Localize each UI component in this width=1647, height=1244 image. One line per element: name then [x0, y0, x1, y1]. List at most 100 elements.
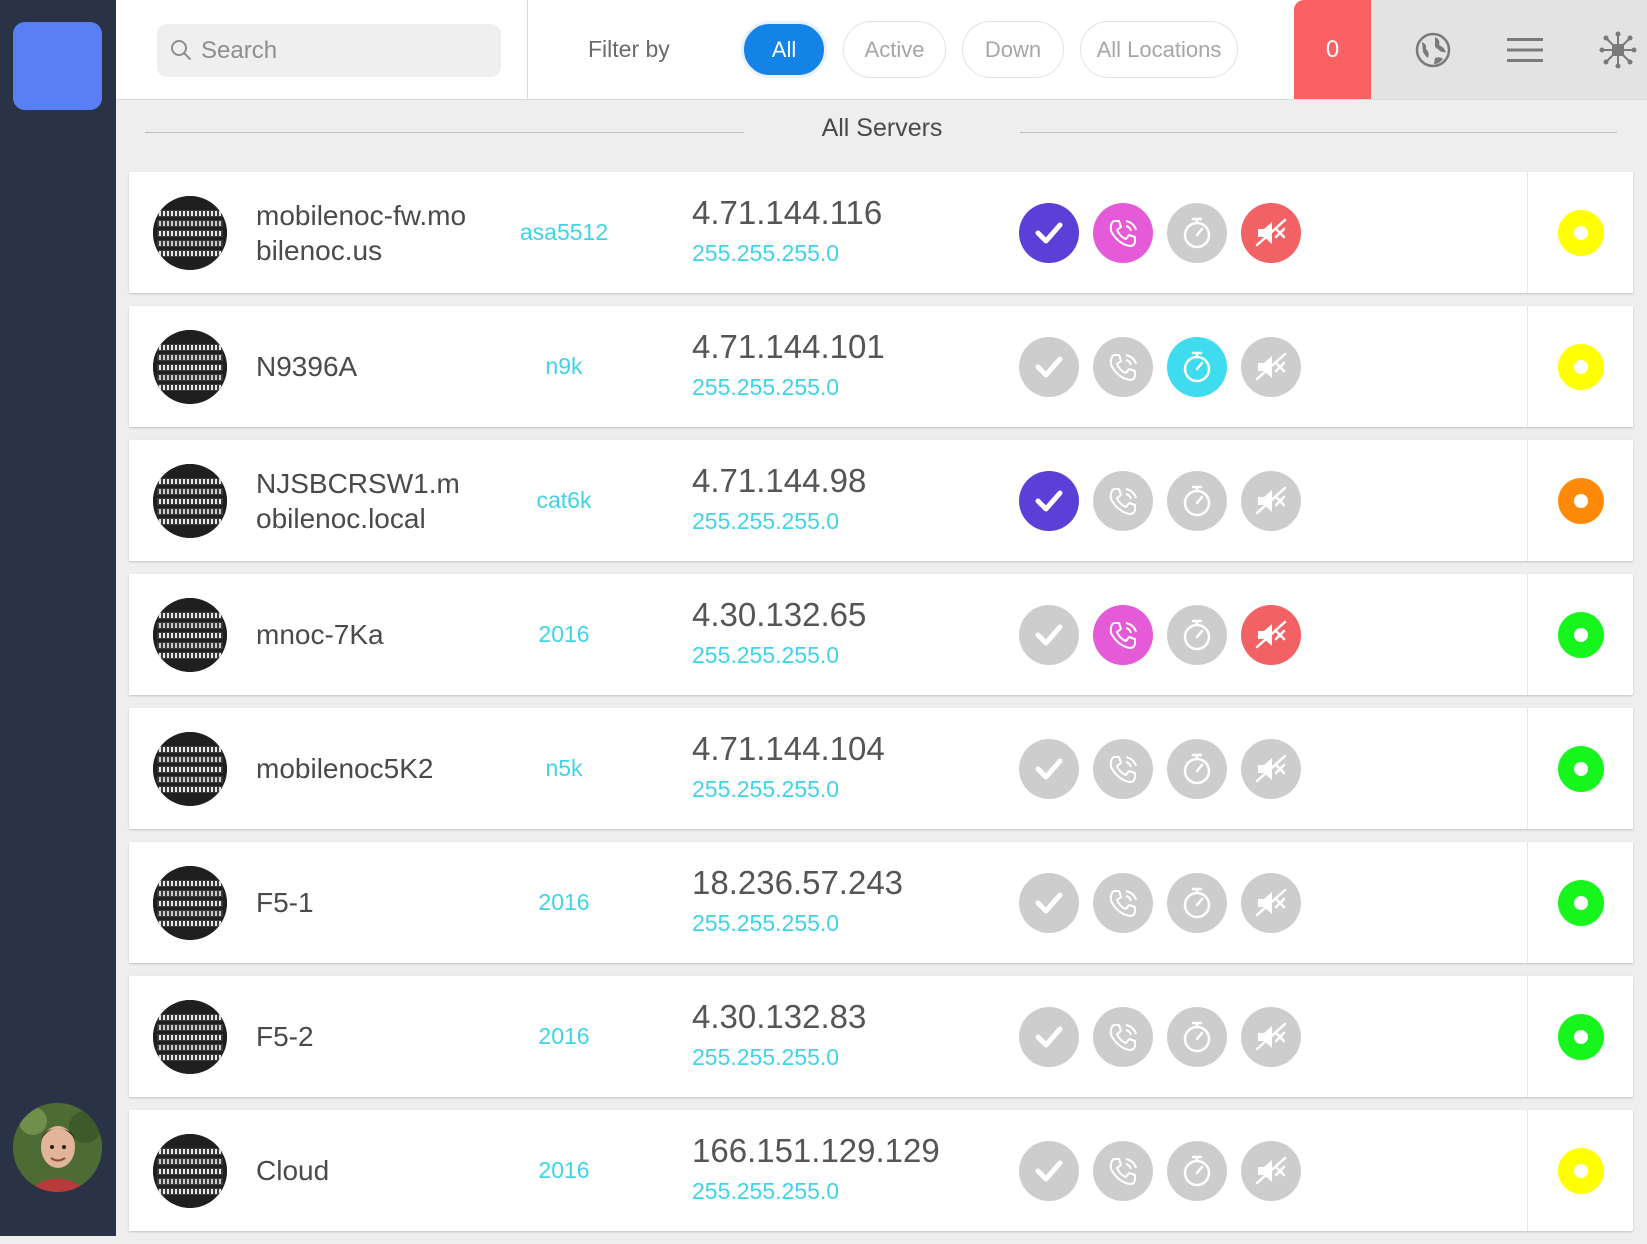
check-toggle-button[interactable]	[1019, 605, 1079, 665]
menu-icon[interactable]	[1505, 30, 1545, 70]
check-toggle-button[interactable]	[1019, 337, 1079, 397]
server-ip: 4.30.132.83	[692, 998, 867, 1035]
mute-toggle-button[interactable]	[1241, 1141, 1301, 1201]
check-toggle-button[interactable]	[1019, 739, 1079, 799]
mute-icon	[1253, 885, 1289, 921]
filter-label: Filter by	[588, 36, 670, 62]
mute-icon	[1253, 483, 1289, 519]
server-name: F5-2	[256, 1021, 314, 1052]
check-toggle-button[interactable]	[1019, 873, 1079, 933]
server-model: 2016	[538, 1023, 590, 1049]
server-netmask: 255.255.255.0	[692, 1044, 840, 1070]
section-title: All Servers	[821, 114, 943, 142]
timer-toggle-button[interactable]	[1167, 471, 1227, 531]
mute-toggle-button[interactable]	[1241, 605, 1301, 665]
mute-toggle-button[interactable]	[1241, 739, 1301, 799]
server-row[interactable]: NJSBCRSW1.mobilenoc.local cat6k 4.71.144.9…	[129, 440, 1633, 561]
timer-icon	[1179, 483, 1215, 519]
check-icon	[1032, 752, 1066, 786]
server-ip: 4.30.132.65	[692, 596, 867, 633]
divider	[1527, 976, 1528, 1097]
timer-icon	[1179, 215, 1215, 251]
timer-icon	[1179, 885, 1215, 921]
server-image	[153, 330, 227, 404]
call-toggle-button[interactable]	[1093, 203, 1153, 263]
phone-call-icon	[1105, 215, 1141, 251]
mute-icon	[1253, 215, 1289, 251]
timer-toggle-button[interactable]	[1167, 203, 1227, 263]
server-row[interactable]: F5-1 2016 18.236.57.243 255.255.255.0	[129, 842, 1633, 963]
server-netmask: 255.255.255.0	[692, 240, 840, 266]
timer-icon	[1179, 1019, 1215, 1055]
check-toggle-button[interactable]	[1019, 203, 1079, 263]
filter-all-button[interactable]: All	[741, 21, 827, 78]
search-box[interactable]	[157, 24, 501, 77]
server-name: mobilenoc5K2	[256, 753, 434, 784]
timer-toggle-button[interactable]	[1167, 873, 1227, 933]
network-icon[interactable]	[1598, 30, 1638, 70]
call-toggle-button[interactable]	[1093, 873, 1153, 933]
mute-toggle-button[interactable]	[1241, 1007, 1301, 1067]
server-image	[153, 196, 227, 270]
timer-toggle-button[interactable]	[1167, 739, 1227, 799]
call-toggle-button[interactable]	[1093, 337, 1153, 397]
status-indicator	[1558, 1014, 1604, 1060]
divider	[1527, 306, 1528, 427]
divider	[1527, 574, 1528, 695]
phone-call-icon	[1105, 751, 1141, 787]
server-name: mobilenoc-fw.mobilenoc.us	[256, 199, 467, 266]
call-toggle-button[interactable]	[1093, 605, 1153, 665]
phone-call-icon	[1105, 349, 1141, 385]
filter-down-button[interactable]: Down	[962, 21, 1064, 78]
alert-count-badge[interactable]: 0	[1294, 0, 1371, 99]
mute-icon	[1253, 1153, 1289, 1189]
search-icon	[171, 40, 191, 60]
timer-toggle-button[interactable]	[1167, 1141, 1227, 1201]
mute-toggle-button[interactable]	[1241, 873, 1301, 933]
server-row[interactable]: F5-2 2016 4.30.132.83 255.255.255.0	[129, 976, 1633, 1097]
mute-toggle-button[interactable]	[1241, 337, 1301, 397]
status-indicator-center	[1574, 1030, 1588, 1044]
server-row[interactable]: mnoc-7Ka 2016 4.30.132.65 255.255.255.0	[129, 574, 1633, 695]
search-input[interactable]	[201, 24, 491, 77]
status-indicator	[1558, 344, 1604, 390]
call-toggle-button[interactable]	[1093, 471, 1153, 531]
server-row[interactable]: N9396A n9k 4.71.144.101 255.255.255.0	[129, 306, 1633, 427]
check-toggle-button[interactable]	[1019, 1141, 1079, 1201]
check-icon	[1032, 216, 1066, 250]
status-indicator-center	[1574, 896, 1588, 910]
server-list: mobilenoc-fw.mobilenoc.us asa5512 4.71.144…	[129, 172, 1633, 1244]
server-row[interactable]: mobilenoc-fw.mobilenoc.us asa5512 4.71.144…	[129, 172, 1633, 293]
timer-icon	[1179, 1153, 1215, 1189]
server-netmask: 255.255.255.0	[692, 642, 840, 668]
timer-toggle-button[interactable]	[1167, 337, 1227, 397]
server-model: cat6k	[536, 487, 592, 513]
section-rule-left	[145, 132, 744, 133]
server-image	[153, 1000, 227, 1074]
server-image	[153, 598, 227, 672]
status-indicator-center	[1574, 494, 1588, 508]
server-row[interactable]: Cloud 2016 166.151.129.129 255.255.255.0	[129, 1110, 1633, 1231]
filter-active-button[interactable]: Active	[843, 21, 946, 78]
call-toggle-button[interactable]	[1093, 1007, 1153, 1067]
server-model: 2016	[538, 1157, 590, 1183]
check-toggle-button[interactable]	[1019, 1007, 1079, 1067]
app-logo[interactable]	[13, 22, 102, 110]
timer-toggle-button[interactable]	[1167, 1007, 1227, 1067]
server-model: n9k	[545, 353, 583, 379]
phone-call-icon	[1105, 617, 1141, 653]
check-icon	[1032, 350, 1066, 384]
globe-icon[interactable]	[1413, 30, 1453, 70]
user-avatar[interactable]	[13, 1103, 102, 1192]
check-toggle-button[interactable]	[1019, 471, 1079, 531]
call-toggle-button[interactable]	[1093, 1141, 1153, 1201]
server-model: 2016	[538, 889, 590, 915]
toolbar	[1371, 0, 1647, 99]
mute-toggle-button[interactable]	[1241, 471, 1301, 531]
server-row[interactable]: mobilenoc5K2 n5k 4.71.144.104 255.255.255.0	[129, 708, 1633, 829]
timer-toggle-button[interactable]	[1167, 605, 1227, 665]
mute-toggle-button[interactable]	[1241, 203, 1301, 263]
filter-all-locations-button[interactable]: All Locations	[1080, 21, 1238, 78]
call-toggle-button[interactable]	[1093, 739, 1153, 799]
check-icon	[1032, 484, 1066, 518]
